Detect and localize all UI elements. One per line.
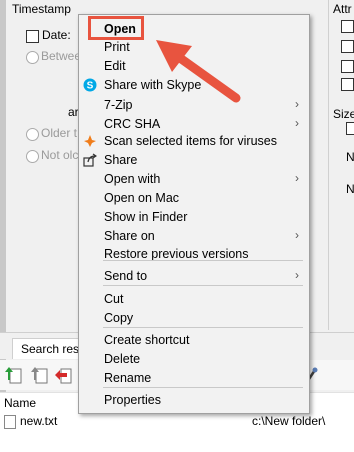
- menu-separator: [103, 387, 303, 388]
- side-n2: N: [346, 182, 354, 196]
- menu-item-open-on-mac[interactable]: Open on Mac: [79, 189, 309, 208]
- menu-item-label: Properties: [104, 393, 161, 407]
- menu-item-label: Rename: [104, 371, 152, 385]
- attr-checkbox-1[interactable]: [341, 20, 354, 33]
- menu-item-cut[interactable]: Cut: [79, 290, 309, 309]
- menu-item-properties[interactable]: Properties: [79, 391, 309, 410]
- menu-item-label: Restore previous versions: [104, 247, 249, 261]
- menu-item-label: Scan selected items for viruses: [104, 134, 277, 148]
- menu-separator: [103, 327, 303, 328]
- side-n1: N: [346, 150, 354, 164]
- menu-item-create-shortcut[interactable]: Create shortcut: [79, 331, 309, 350]
- menu-item-share[interactable]: Share: [79, 151, 309, 170]
- menu-item-show-in-finder[interactable]: Show in Finder: [79, 208, 309, 227]
- chevron-right-icon: ›: [295, 97, 299, 111]
- chevron-right-icon: ›: [295, 268, 299, 282]
- menu-item-label: Cut: [104, 292, 124, 306]
- avast-icon: [83, 134, 97, 148]
- file-path: c:\New folder\: [252, 414, 326, 428]
- open-highlight-box: [88, 16, 144, 40]
- between-label: Betwee: [41, 49, 82, 63]
- menu-item-rename[interactable]: Rename: [79, 369, 309, 388]
- status-bar: [0, 430, 354, 452]
- menu-item-label: CRC SHA: [104, 117, 161, 131]
- menu-item-label: Create shortcut: [104, 333, 190, 347]
- menu-item-delete[interactable]: Delete: [79, 350, 309, 369]
- column-name[interactable]: Name: [4, 396, 36, 410]
- menu-item-label: Delete: [104, 352, 141, 366]
- chevron-right-icon: ›: [295, 171, 299, 185]
- chevron-right-icon: ›: [295, 116, 299, 130]
- older-label: Older t: [41, 126, 78, 140]
- attr-checkbox-2[interactable]: [341, 40, 354, 53]
- table-row[interactable]: new.txt c:\New folder\: [0, 412, 354, 430]
- not-older-label: Not olc: [41, 148, 79, 162]
- menu-item-label: Edit: [104, 59, 126, 73]
- skype-icon: S: [83, 78, 97, 92]
- size-checkbox[interactable]: [346, 122, 354, 135]
- menu-item-label: Open with: [104, 172, 161, 186]
- tab-search-results-label: Search resu: [21, 342, 86, 356]
- menu-item-label: Share: [104, 153, 138, 167]
- attr-checkbox-4[interactable]: [341, 78, 354, 91]
- menu-item-label: Print: [104, 40, 130, 54]
- date-checkbox[interactable]: [26, 30, 39, 43]
- share-icon: [83, 153, 98, 167]
- menu-item-send-to[interactable]: Send to ›: [79, 267, 309, 286]
- menu-item-label: Send to: [104, 269, 148, 283]
- pointer-arrow-icon: [156, 40, 241, 103]
- move-icon[interactable]: [30, 366, 48, 384]
- menu-item-label: Share on: [104, 229, 155, 243]
- menu-item-copy[interactable]: Copy: [79, 309, 309, 328]
- not-older-radio[interactable]: [26, 150, 39, 163]
- attr-checkbox-3[interactable]: [341, 60, 354, 73]
- menu-item-open-with[interactable]: Open with ›: [79, 170, 309, 189]
- svg-text:S: S: [87, 81, 94, 92]
- older-radio[interactable]: [26, 128, 39, 141]
- menu-item-label: 7-Zip: [104, 98, 133, 112]
- export-icon[interactable]: [4, 366, 22, 384]
- import-icon[interactable]: [54, 366, 72, 384]
- menu-item-label: Open on Mac: [104, 191, 180, 205]
- file-name: new.txt: [20, 414, 58, 428]
- menu-item-label: Show in Finder: [104, 210, 188, 224]
- panel-divider: [328, 0, 329, 330]
- menu-separator: [103, 260, 303, 261]
- timestamp-label: Timestamp: [12, 2, 71, 16]
- size-label: Size: [333, 107, 354, 121]
- between-radio[interactable]: [26, 51, 39, 64]
- file-icon: [4, 415, 16, 429]
- date-label: Date:: [42, 28, 71, 42]
- menu-item-restore-previous-versions[interactable]: Restore previous versions: [79, 245, 309, 264]
- menu-item-scan-selected-items-for-viruses[interactable]: Scan selected items for viruses: [79, 132, 309, 151]
- menu-item-share-on[interactable]: Share on ›: [79, 227, 309, 246]
- chevron-right-icon: ›: [295, 228, 299, 242]
- attributes-label: Attr: [333, 2, 352, 16]
- menu-separator: [103, 285, 303, 286]
- menu-item-label: Copy: [104, 311, 134, 325]
